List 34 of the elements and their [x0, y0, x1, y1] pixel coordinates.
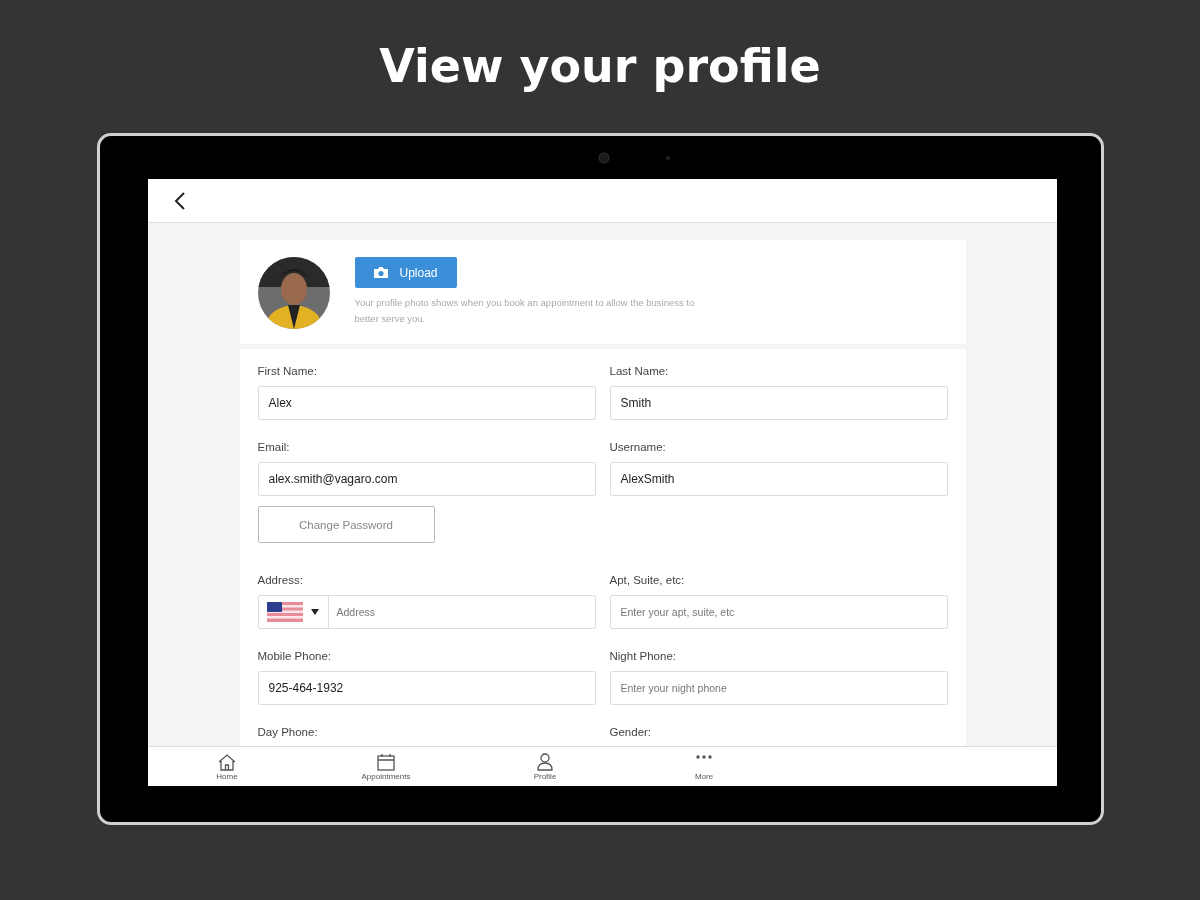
field-label: Email:: [257, 440, 291, 455]
camera-icon: [373, 266, 390, 279]
tab[interactable]: Profile: [465, 747, 625, 786]
back-icon[interactable]: [173, 190, 186, 211]
photo-description: Your profile photo shows when you book an appointment to allow the business to better serve you.: [354, 296, 696, 326]
calendar-icon: [376, 752, 396, 771]
tab[interactable]: Appointments: [306, 747, 466, 786]
headline: View your profile: [379, 38, 821, 95]
change-password-button[interactable]: Change Password: [257, 506, 435, 543]
field-label: Username:: [609, 440, 667, 455]
field-label: Apt, Suite, etc:: [609, 573, 686, 588]
input-field[interactable]: Smith: [609, 386, 948, 420]
field-label: First Name:: [257, 364, 318, 379]
flag-icon: [267, 602, 303, 622]
field-label: Mobile Phone:: [257, 649, 333, 664]
caret-icon: [311, 609, 319, 615]
person-icon: [535, 752, 555, 771]
tab[interactable]: More: [624, 747, 784, 786]
input-field[interactable]: Alex: [257, 386, 596, 420]
tab[interactable]: Home: [147, 747, 307, 786]
camera-icon: [597, 152, 610, 164]
input-field[interactable]: Enter your night phone: [609, 671, 948, 705]
address-field[interactable]: Address: [257, 595, 596, 629]
field-label: Day Phone:: [257, 725, 319, 740]
field-label: Last Name:: [609, 364, 670, 379]
field-label: Night Phone:: [609, 649, 677, 664]
input-field[interactable]: alex.smith@vagaro.com: [257, 462, 596, 496]
input-field[interactable]: AlexSmith: [609, 462, 948, 496]
input-field[interactable]: Enter your apt, suite, etc: [609, 595, 948, 629]
home-icon: [217, 752, 237, 771]
field-label: Address:: [257, 573, 304, 588]
more-icon: [696, 754, 712, 759]
field-label: Gender:: [609, 725, 653, 740]
input-field[interactable]: 925-464-1932: [257, 671, 596, 705]
